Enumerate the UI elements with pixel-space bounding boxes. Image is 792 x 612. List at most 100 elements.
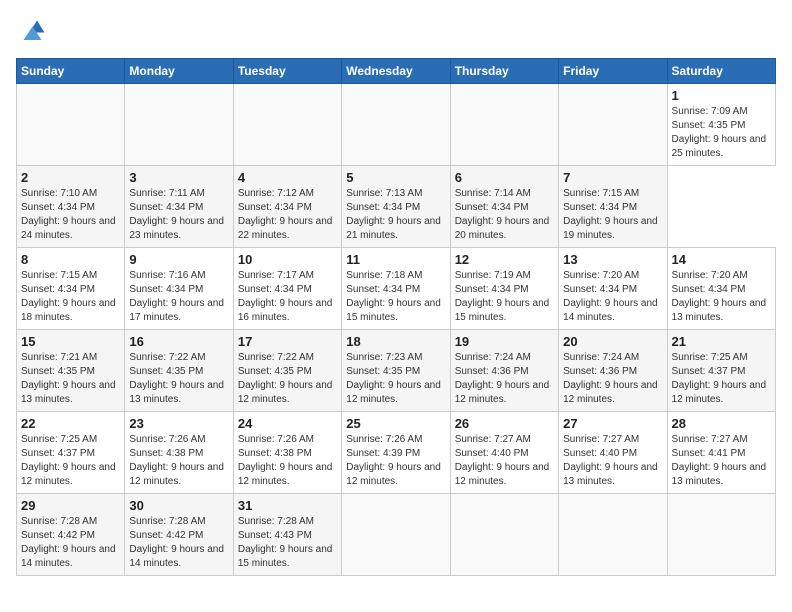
- day-number: 9: [129, 252, 228, 267]
- calendar-header-friday: Friday: [559, 59, 667, 84]
- calendar-header-row: SundayMondayTuesdayWednesdayThursdayFrid…: [17, 59, 776, 84]
- calendar-week-6: 29 Sunrise: 7:28 AMSunset: 4:42 PMDayligh…: [17, 494, 776, 576]
- day-info: Sunrise: 7:16 AMSunset: 4:34 PMDaylight:…: [129, 270, 224, 323]
- day-number: 4: [238, 170, 337, 185]
- calendar-header-monday: Monday: [125, 59, 233, 84]
- empty-cell: [125, 84, 233, 166]
- day-number: 6: [455, 170, 554, 185]
- day-number: 22: [21, 416, 120, 431]
- calendar-header-wednesday: Wednesday: [342, 59, 450, 84]
- day-number: 26: [455, 416, 554, 431]
- logo: [16, 16, 48, 46]
- calendar-day-31: 31Sunrise: 7:28 AMSunset: 4:43 PMDayligh…: [233, 494, 341, 576]
- day-number: 21: [672, 334, 771, 349]
- calendar-day-25: 25Sunrise: 7:26 AMSunset: 4:39 PMDayligh…: [342, 412, 450, 494]
- calendar-day-13: 13 Sunrise: 7:20 AMSunset: 4:34 PMDayligh…: [559, 248, 667, 330]
- header: [16, 16, 776, 46]
- day-info: Sunrise: 7:25 AMSunset: 4:37 PMDaylight:…: [21, 434, 116, 487]
- calendar-week-2: 2 Sunrise: 7:10 AMSunset: 4:34 PMDaylight…: [17, 166, 776, 248]
- day-number: 27: [563, 416, 662, 431]
- calendar-header-tuesday: Tuesday: [233, 59, 341, 84]
- calendar-day-19: 19Sunrise: 7:24 AMSunset: 4:36 PMDayligh…: [450, 330, 558, 412]
- empty-cell: [559, 84, 667, 166]
- day-number: 24: [238, 416, 337, 431]
- main-container: SundayMondayTuesdayWednesdayThursdayFrid…: [0, 0, 792, 584]
- empty-cell: [450, 494, 558, 576]
- day-info: Sunrise: 7:28 AMSunset: 4:42 PMDaylight:…: [21, 516, 116, 569]
- calendar-day-23: 23 Sunrise: 7:26 AMSunset: 4:38 PMDayligh…: [125, 412, 233, 494]
- day-info: Sunrise: 7:24 AMSunset: 4:36 PMDaylight:…: [563, 352, 658, 405]
- day-info: Sunrise: 7:11 AMSunset: 4:34 PMDaylight:…: [129, 188, 224, 241]
- day-number: 16: [129, 334, 228, 349]
- day-number: 17: [238, 334, 337, 349]
- calendar-day-16: 16Sunrise: 7:22 AMSunset: 4:35 PMDayligh…: [125, 330, 233, 412]
- calendar-week-4: 15 Sunrise: 7:21 AMSunset: 4:35 PMDayligh…: [17, 330, 776, 412]
- calendar-day-11: 11 Sunrise: 7:18 AMSunset: 4:34 PMDayligh…: [342, 248, 450, 330]
- calendar-header-saturday: Saturday: [667, 59, 775, 84]
- day-info: Sunrise: 7:28 AMSunset: 4:42 PMDaylight:…: [129, 516, 224, 569]
- day-info: Sunrise: 7:18 AMSunset: 4:34 PMDaylight:…: [346, 270, 441, 323]
- empty-cell: [342, 84, 450, 166]
- calendar-day-21: 21 Sunrise: 7:25 AMSunset: 4:37 PMDayligh…: [667, 330, 775, 412]
- day-number: 10: [238, 252, 337, 267]
- day-info: Sunrise: 7:12 AMSunset: 4:34 PMDaylight:…: [238, 188, 333, 241]
- calendar-day-26: 26 Sunrise: 7:27 AMSunset: 4:40 PMDayligh…: [450, 412, 558, 494]
- day-number: 28: [672, 416, 771, 431]
- day-number: 15: [21, 334, 120, 349]
- calendar-day-12: 12 Sunrise: 7:19 AMSunset: 4:34 PMDayligh…: [450, 248, 558, 330]
- calendar-day-30: 30 Sunrise: 7:28 AMSunset: 4:42 PMDayligh…: [125, 494, 233, 576]
- calendar-day-10: 10Sunrise: 7:17 AMSunset: 4:34 PMDayligh…: [233, 248, 341, 330]
- calendar-header-thursday: Thursday: [450, 59, 558, 84]
- calendar-day-18: 18 Sunrise: 7:23 AMSunset: 4:35 PMDayligh…: [342, 330, 450, 412]
- day-info: Sunrise: 7:21 AMSunset: 4:35 PMDaylight:…: [21, 352, 116, 405]
- day-number: 1: [672, 88, 771, 103]
- calendar-day-22: 22 Sunrise: 7:25 AMSunset: 4:37 PMDayligh…: [17, 412, 125, 494]
- day-info: Sunrise: 7:09 AMSunset: 4:35 PMDaylight:…: [672, 106, 767, 159]
- day-number: 13: [563, 252, 662, 267]
- day-info: Sunrise: 7:26 AMSunset: 4:38 PMDaylight:…: [238, 434, 333, 487]
- calendar-day-4: 4 Sunrise: 7:12 AMSunset: 4:34 PMDaylight…: [233, 166, 341, 248]
- calendar-table: SundayMondayTuesdayWednesdayThursdayFrid…: [16, 58, 776, 576]
- day-info: Sunrise: 7:15 AMSunset: 4:34 PMDaylight:…: [563, 188, 658, 241]
- calendar-day-27: 27Sunrise: 7:27 AMSunset: 4:40 PMDayligh…: [559, 412, 667, 494]
- day-info: Sunrise: 7:27 AMSunset: 4:40 PMDaylight:…: [455, 434, 550, 487]
- day-number: 5: [346, 170, 445, 185]
- empty-cell: [559, 494, 667, 576]
- day-number: 11: [346, 252, 445, 267]
- calendar-day-2: 2 Sunrise: 7:10 AMSunset: 4:34 PMDaylight…: [17, 166, 125, 248]
- calendar-header-sunday: Sunday: [17, 59, 125, 84]
- day-info: Sunrise: 7:15 AMSunset: 4:34 PMDaylight:…: [21, 270, 116, 323]
- day-info: Sunrise: 7:23 AMSunset: 4:35 PMDaylight:…: [346, 352, 441, 405]
- day-number: 30: [129, 498, 228, 513]
- logo-icon: [16, 16, 46, 46]
- day-info: Sunrise: 7:10 AMSunset: 4:34 PMDaylight:…: [21, 188, 116, 241]
- calendar-day-28: 28Sunrise: 7:27 AMSunset: 4:41 PMDayligh…: [667, 412, 775, 494]
- day-number: 23: [129, 416, 228, 431]
- day-number: 2: [21, 170, 120, 185]
- day-number: 18: [346, 334, 445, 349]
- day-info: Sunrise: 7:13 AMSunset: 4:34 PMDaylight:…: [346, 188, 441, 241]
- calendar-day-14: 14Sunrise: 7:20 AMSunset: 4:34 PMDayligh…: [667, 248, 775, 330]
- day-info: Sunrise: 7:14 AMSunset: 4:34 PMDaylight:…: [455, 188, 550, 241]
- calendar-day-17: 17 Sunrise: 7:22 AMSunset: 4:35 PMDayligh…: [233, 330, 341, 412]
- calendar-day-29: 29 Sunrise: 7:28 AMSunset: 4:42 PMDayligh…: [17, 494, 125, 576]
- day-info: Sunrise: 7:22 AMSunset: 4:35 PMDaylight:…: [238, 352, 333, 405]
- day-number: 25: [346, 416, 445, 431]
- day-number: 12: [455, 252, 554, 267]
- calendar-day-3: 3 Sunrise: 7:11 AMSunset: 4:34 PMDaylight…: [125, 166, 233, 248]
- day-number: 8: [21, 252, 120, 267]
- day-info: Sunrise: 7:19 AMSunset: 4:34 PMDaylight:…: [455, 270, 550, 323]
- day-info: Sunrise: 7:26 AMSunset: 4:38 PMDaylight:…: [129, 434, 224, 487]
- day-info: Sunrise: 7:25 AMSunset: 4:37 PMDaylight:…: [672, 352, 767, 405]
- day-number: 7: [563, 170, 662, 185]
- day-number: 31: [238, 498, 337, 513]
- day-number: 3: [129, 170, 228, 185]
- empty-cell: [233, 84, 341, 166]
- day-number: 29: [21, 498, 120, 513]
- day-number: 14: [672, 252, 771, 267]
- day-info: Sunrise: 7:24 AMSunset: 4:36 PMDaylight:…: [455, 352, 550, 405]
- calendar-week-1: 1 Sunrise: 7:09 AMSunset: 4:35 PMDaylight…: [17, 84, 776, 166]
- calendar-week-3: 8 Sunrise: 7:15 AMSunset: 4:34 PMDaylight…: [17, 248, 776, 330]
- calendar-day-20: 20Sunrise: 7:24 AMSunset: 4:36 PMDayligh…: [559, 330, 667, 412]
- day-info: Sunrise: 7:20 AMSunset: 4:34 PMDaylight:…: [563, 270, 658, 323]
